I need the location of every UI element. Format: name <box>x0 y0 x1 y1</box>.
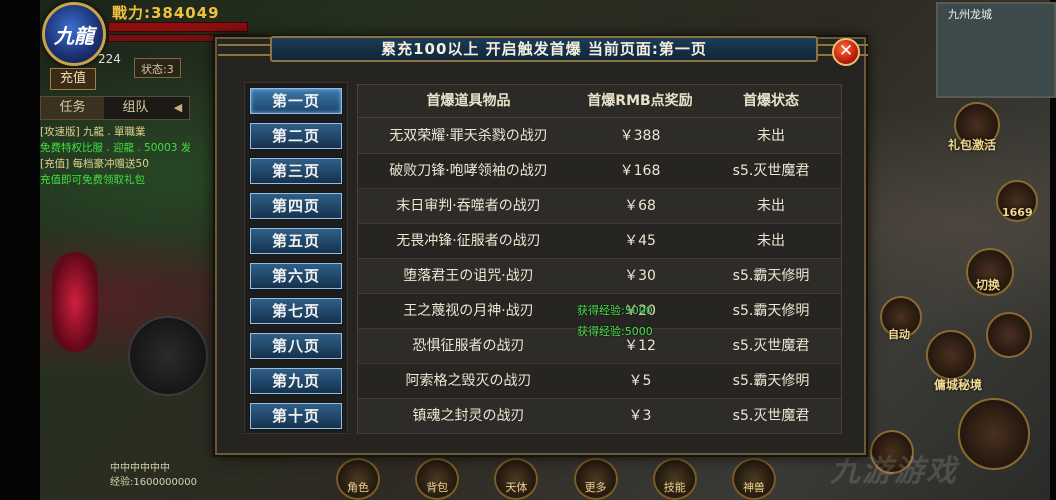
item-name-cell: 镇魂之封灵の战刃 <box>412 408 525 424</box>
page-tab[interactable]: 第七页 <box>249 297 343 325</box>
minimap-title: 九州龙城 <box>948 8 992 21</box>
status-cell: s5.霸天修明 <box>732 373 810 389</box>
tab-team[interactable]: 组队 <box>104 97 167 119</box>
collapse-arrow-icon[interactable]: ◀ <box>167 97 189 119</box>
item-name-cell: 无畏冲锋·征服者の战刃 <box>396 233 541 249</box>
page-tab[interactable]: 第九页 <box>249 367 343 395</box>
page-tab[interactable]: 第四页 <box>249 192 343 220</box>
counter-label: 1669 <box>1002 206 1033 219</box>
page-tab[interactable]: 第一页 <box>249 87 343 115</box>
skill-fire-icon[interactable] <box>926 330 976 380</box>
menu-bag-button[interactable]: 背包 <box>415 458 460 500</box>
bottom-info-line: 经验:1600000000 <box>110 477 197 488</box>
item-name-cell: 无双荣耀·罪天杀戮の战刃 <box>389 128 548 144</box>
item-name-cell: 恐惧征服者の战刃 <box>412 338 525 354</box>
status-cell: 未出 <box>757 128 785 144</box>
status-cell: s5.灭世魔君 <box>732 163 810 179</box>
reward-cell: ￥168 <box>619 163 661 179</box>
hp-bar <box>108 22 248 32</box>
page-tab[interactable]: 第二页 <box>249 122 343 150</box>
attack-button[interactable] <box>958 398 1030 470</box>
bottom-info-text: 中中中中中中 经验:1600000000 <box>110 462 197 490</box>
menu-character-button[interactable]: 角色 <box>336 458 380 500</box>
page-tab[interactable]: 第六页 <box>249 262 343 290</box>
red-totem-effect <box>52 252 98 352</box>
combat-power-label: 戰力:384049 <box>112 4 220 22</box>
status-cell: s5.灭世魔君 <box>732 338 810 354</box>
page-tab[interactable]: 第五页 <box>249 227 343 255</box>
player-avatar[interactable]: 九龍 <box>42 2 106 66</box>
auto-label: 自动 <box>888 328 910 341</box>
table-row: 无畏冲锋·征服者の战刃 ￥45 未出 <box>358 224 841 259</box>
item-name-cell: 堕落君王の诅咒·战刃 <box>403 268 534 284</box>
reward-cell: ￥68 <box>624 198 656 214</box>
quest-log-line[interactable]: [充值] 每档豪冲赠送50 <box>40 156 190 172</box>
status-cell: s5.霸天修明 <box>732 268 810 284</box>
floating-exp-text: 获得经验:5000 <box>577 304 653 317</box>
item-name-cell: 阿索格之毁灭の战刃 <box>405 373 532 389</box>
quest-log: [攻速版] 九龍 . 單職業 免费特权比服 . 迎龍 . 50003 发现 [充… <box>40 124 190 188</box>
bottom-info-line: 中中中中中中 <box>110 463 170 474</box>
table-row: 阿索格之毁灭の战刃 ￥5 s5.霸天修明 <box>358 364 841 399</box>
status-chip[interactable]: 状态:3 <box>134 58 181 78</box>
item-name-cell: 破败刀锋·咆哮领袖の战刃 <box>389 163 548 179</box>
table-row: 堕落君王の诅咒·战刃 ￥30 s5.霸天修明 <box>358 259 841 294</box>
gift-label: 礼包激活 <box>948 138 997 152</box>
table-row: 无双荣耀·罪天杀戮の战刃 ￥388 未出 <box>358 119 841 154</box>
reward-cell: ￥30 <box>624 268 656 284</box>
table-row: 破败刀锋·咆哮领袖の战刃 ￥168 s5.灭世魔君 <box>358 154 841 189</box>
close-x-icon[interactable]: ✕ <box>832 38 860 66</box>
item-name-cell: 末日审判·吞噬者の战刃 <box>396 198 541 214</box>
item-name-cell: 王之蔑视の月神·战刃 <box>403 303 534 319</box>
reward-cell: ￥388 <box>619 128 661 144</box>
quest-log-line[interactable]: 免费特权比服 . 迎龍 . 50003 发现 <box>40 140 190 156</box>
reward-cell: ￥3 <box>628 408 652 424</box>
page-tab[interactable]: 第十页 <box>249 402 343 430</box>
movement-joystick[interactable] <box>128 316 208 396</box>
status-cell: 未出 <box>757 233 785 249</box>
title-ornament-left <box>218 44 272 56</box>
avatar-emblem-text: 九龍 <box>54 23 94 48</box>
menu-skill-button[interactable]: 技能 <box>652 458 697 500</box>
column-header-status: 首爆状态 <box>743 93 799 109</box>
task-team-tabs: 任务 组队 ◀ <box>40 96 190 120</box>
recharge-button[interactable]: 充值 <box>50 68 96 90</box>
column-header-item: 首爆道具物品 <box>426 93 511 109</box>
table-row: 末日审判·吞噬者の战刃 ￥68 未出 <box>358 189 841 224</box>
status-cell: s5.灭世魔君 <box>732 408 810 424</box>
city-label: 傭城秘境 <box>934 378 983 392</box>
skill-blade-icon[interactable] <box>986 312 1032 358</box>
menu-celestial-button[interactable]: 天体 <box>494 458 539 500</box>
table-header: 首爆道具物品 首爆RMB点奖励 首爆状态 <box>358 85 841 118</box>
table-row: 镇魂之封灵の战刃 ￥3 s5.灭世魔君 <box>358 399 841 434</box>
menu-beast-button[interactable]: 神兽 <box>731 458 776 500</box>
player-level: 224 <box>98 52 121 66</box>
status-cell: 未出 <box>757 198 785 214</box>
reward-cell: ￥45 <box>624 233 656 249</box>
dialog-title: 累充100以上 开启触发首爆 当前页面:第一页 <box>270 36 818 62</box>
status-cell: s5.霸天修明 <box>732 303 810 319</box>
left-black-bar <box>0 0 40 500</box>
menu-more-button[interactable]: 更多 <box>573 458 618 500</box>
quest-log-line[interactable]: [攻速版] 九龍 . 單職業 <box>40 124 190 140</box>
column-header-reward: 首爆RMB点奖励 <box>587 93 693 109</box>
bottom-menu: 角色 背包 天体 更多 技能 神兽 <box>336 458 776 500</box>
tab-tasks[interactable]: 任务 <box>41 97 104 119</box>
switch-label: 切换 <box>976 278 1001 292</box>
reward-cell: ￥5 <box>628 373 652 389</box>
page-tab[interactable]: 第三页 <box>249 157 343 185</box>
floating-exp-text: 获得经验:5000 <box>577 325 653 338</box>
first-drop-table: 首爆道具物品 首爆RMB点奖励 首爆状态 无双荣耀·罪天杀戮の战刃 ￥388 未出破… <box>357 84 842 434</box>
quest-log-line[interactable]: 充值即可免费领取礼包 <box>40 172 190 188</box>
page-tab[interactable]: 第八页 <box>249 332 343 360</box>
